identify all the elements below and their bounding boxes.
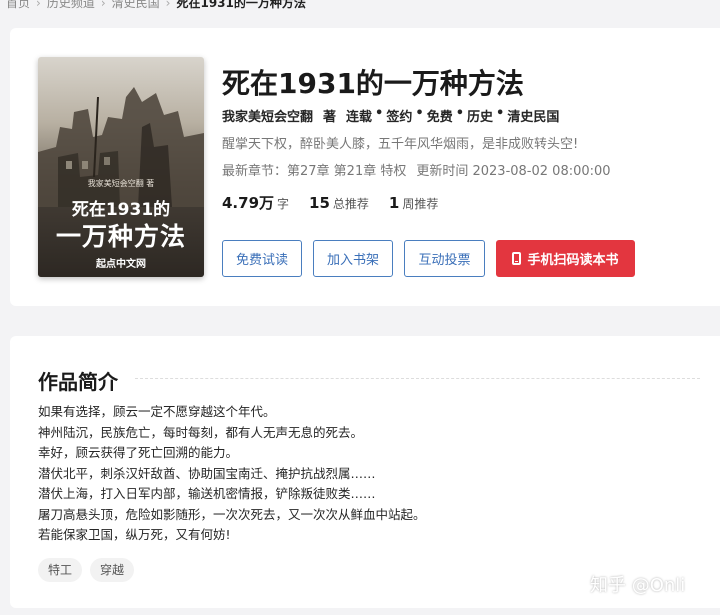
add-to-shelf-button[interactable]: 加入书架 — [313, 240, 393, 277]
breadcrumb-category[interactable]: 清史民国 — [112, 0, 160, 11]
book-title: 死在1931的一万种方法 — [222, 67, 524, 100]
free-read-button[interactable]: 免费试读 — [222, 240, 302, 277]
description-line: 幸好，顾云获得了死亡回溯的能力。 — [38, 445, 239, 460]
book-info-card: 我家美短会空翻 著 死在1931的 一万种方法 起点中文网 死在1931的一万种… — [10, 28, 720, 306]
description-line: 潜伏上海，打入日军内部，输送机密情报，铲除叛徒败类…… — [38, 486, 376, 501]
description-line: 若能保家卫国，纵万死，又有何妨! — [38, 527, 231, 542]
scan-read-label: 手机扫码读本书 — [527, 253, 619, 268]
phone-icon — [512, 252, 522, 265]
update-time: 更新时间 2023-08-02 08:00:00 — [416, 164, 611, 179]
breadcrumb: 首页 › 历史频道 › 清史民国 › 死在1931的一万种方法 — [6, 0, 306, 11]
cover-author: 我家美短会空翻 著 — [87, 179, 155, 188]
cover-title-line2: 一万种方法 — [55, 222, 186, 251]
weekly-recommend: 1 周推荐 — [388, 194, 439, 212]
description-line: 如果有选择，顾云一定不愿穿越这个年代。 — [38, 404, 276, 419]
book-stats: 4.79万字 15 总推荐 1 周推荐 — [222, 192, 458, 213]
tag-chip[interactable]: 穿越 — [90, 558, 135, 582]
section-divider — [135, 378, 700, 379]
tag-status: 连载 — [346, 110, 373, 125]
chevron-right-icon: › — [165, 0, 171, 10]
total-recommend: 15 总推荐 — [309, 194, 369, 212]
description-tags: 特工 穿越 — [38, 558, 142, 582]
tag-subcategory[interactable]: 清史民国 — [507, 106, 559, 125]
breadcrumb-home[interactable]: 首页 — [6, 0, 30, 11]
description-line: 神州陆沉，民族危亡，每时每刻，都有人无声无息的死去。 — [38, 424, 364, 440]
book-meta: 我家美短会空翻 著 连载 • 签约 • 免费 • 历史 • 清史民国 — [222, 106, 560, 125]
description-card: 作品简介 如果有选择，顾云一定不愿穿越这个年代。 神州陆沉，民族危亡，每时每刻，… — [10, 336, 720, 608]
vote-button[interactable]: 互动投票 — [404, 240, 485, 277]
book-cover[interactable]: 我家美短会空翻 著 死在1931的 一万种方法 起点中文网 — [38, 57, 204, 277]
word-count: 4.79万字 — [222, 194, 290, 212]
breadcrumb-current: 死在1931的一万种方法 — [176, 0, 306, 10]
watermark: 知乎 @Onli — [590, 575, 686, 596]
description-line: 潜伏北平，刺杀汉奸敌酋、协助国宝南迁、掩护抗战烈属…… — [38, 465, 376, 481]
tag-signed: 签约 — [386, 110, 413, 125]
tag-channel[interactable]: 历史 — [467, 106, 493, 125]
section-title: 作品简介 — [38, 370, 118, 394]
latest-chapter-link[interactable]: 最新章节：第27章 第21章 特权 — [222, 164, 406, 179]
author-suffix: 著 — [323, 110, 337, 125]
breadcrumb-history[interactable]: 历史频道 — [47, 0, 95, 11]
book-intro: 醒掌天下权，醉卧美人膝，五千年风华烟雨，是非成败转头空! — [222, 137, 579, 152]
cover-publisher: 起点中文网 — [96, 259, 146, 270]
description-line: 屠刀高悬头顶，危险如影随形，一次次死去，又一次次从鲜血中站起。 — [38, 506, 426, 522]
latest-chapter-row: 最新章节：第27章 第21章 特权 更新时间 2023-08-02 08:00:0… — [222, 160, 611, 179]
chevron-right-icon: › — [36, 0, 41, 10]
chevron-right-icon: › — [100, 0, 106, 10]
scan-read-button[interactable]: 手机扫码读本书 — [496, 240, 635, 277]
description-text: 如果有选择，顾云一定不愿穿越这个年代。 神州陆沉，民族危亡，每时每刻，都有人无声… — [38, 402, 426, 546]
tag-chip[interactable]: 特工 — [38, 558, 83, 582]
author-link[interactable]: 我家美短会空翻 — [222, 106, 313, 125]
tag-free: 免费 — [426, 110, 453, 125]
